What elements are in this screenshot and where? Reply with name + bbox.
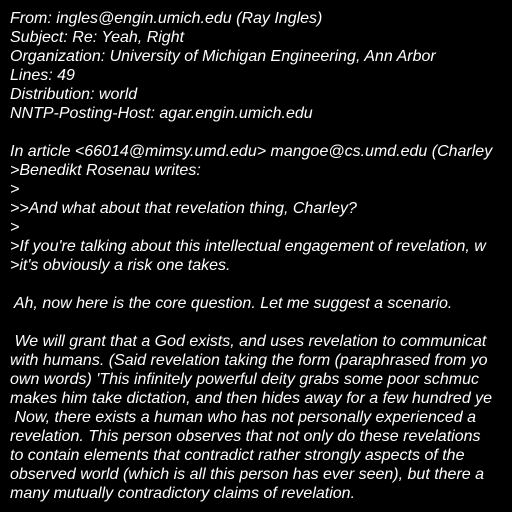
body-line: observed world (which is all this person…: [10, 466, 485, 483]
header-line: Subject: Re: Yeah, Right: [10, 29, 185, 46]
body-line: [10, 313, 512, 332]
header-line: Organization: University of Michigan Eng…: [10, 48, 436, 65]
message-body: From: ingles@engin.umich.edu (Ray Ingles…: [10, 9, 512, 503]
body-line: >If you're talking about this intellectu…: [10, 238, 486, 255]
body-line: >>And what about that revelation thing, …: [10, 200, 357, 217]
header-line: Lines: 49: [10, 67, 75, 84]
body-line: >: [10, 181, 20, 198]
body-line: In article <66014@mimsy.umd.edu> mangoe@…: [10, 143, 493, 160]
header-line: Distribution: world: [10, 86, 138, 103]
body-line: >Benedikt Rosenau writes:: [10, 162, 201, 179]
body-line: >: [10, 219, 20, 236]
body-line: Ah, now here is the core question. Let m…: [10, 295, 453, 312]
body-line: makes him take dictation, and then hides…: [10, 390, 493, 407]
header-line: From: ingles@engin.umich.edu (Ray Ingles…: [10, 10, 323, 27]
body-line: [10, 275, 512, 294]
body-line: >it's obviously a risk one takes.: [10, 257, 231, 274]
body-line: We will grant that a God exists, and use…: [10, 333, 487, 350]
body-line: revelation. This person observes that no…: [10, 428, 481, 445]
body-line: own words) 'This infinitely powerful dei…: [10, 371, 480, 388]
body-line: Now, there exists a human who has not pe…: [10, 409, 477, 426]
body-line: with humans. (Said revelation taking the…: [10, 352, 488, 369]
body-line: to contain elements that contradict rath…: [10, 447, 465, 464]
header-line: NNTP-Posting-Host: agar.engin.umich.edu: [10, 105, 313, 122]
body-line: many mutually contradictory claims of re…: [10, 485, 356, 502]
body-line: [10, 123, 512, 142]
